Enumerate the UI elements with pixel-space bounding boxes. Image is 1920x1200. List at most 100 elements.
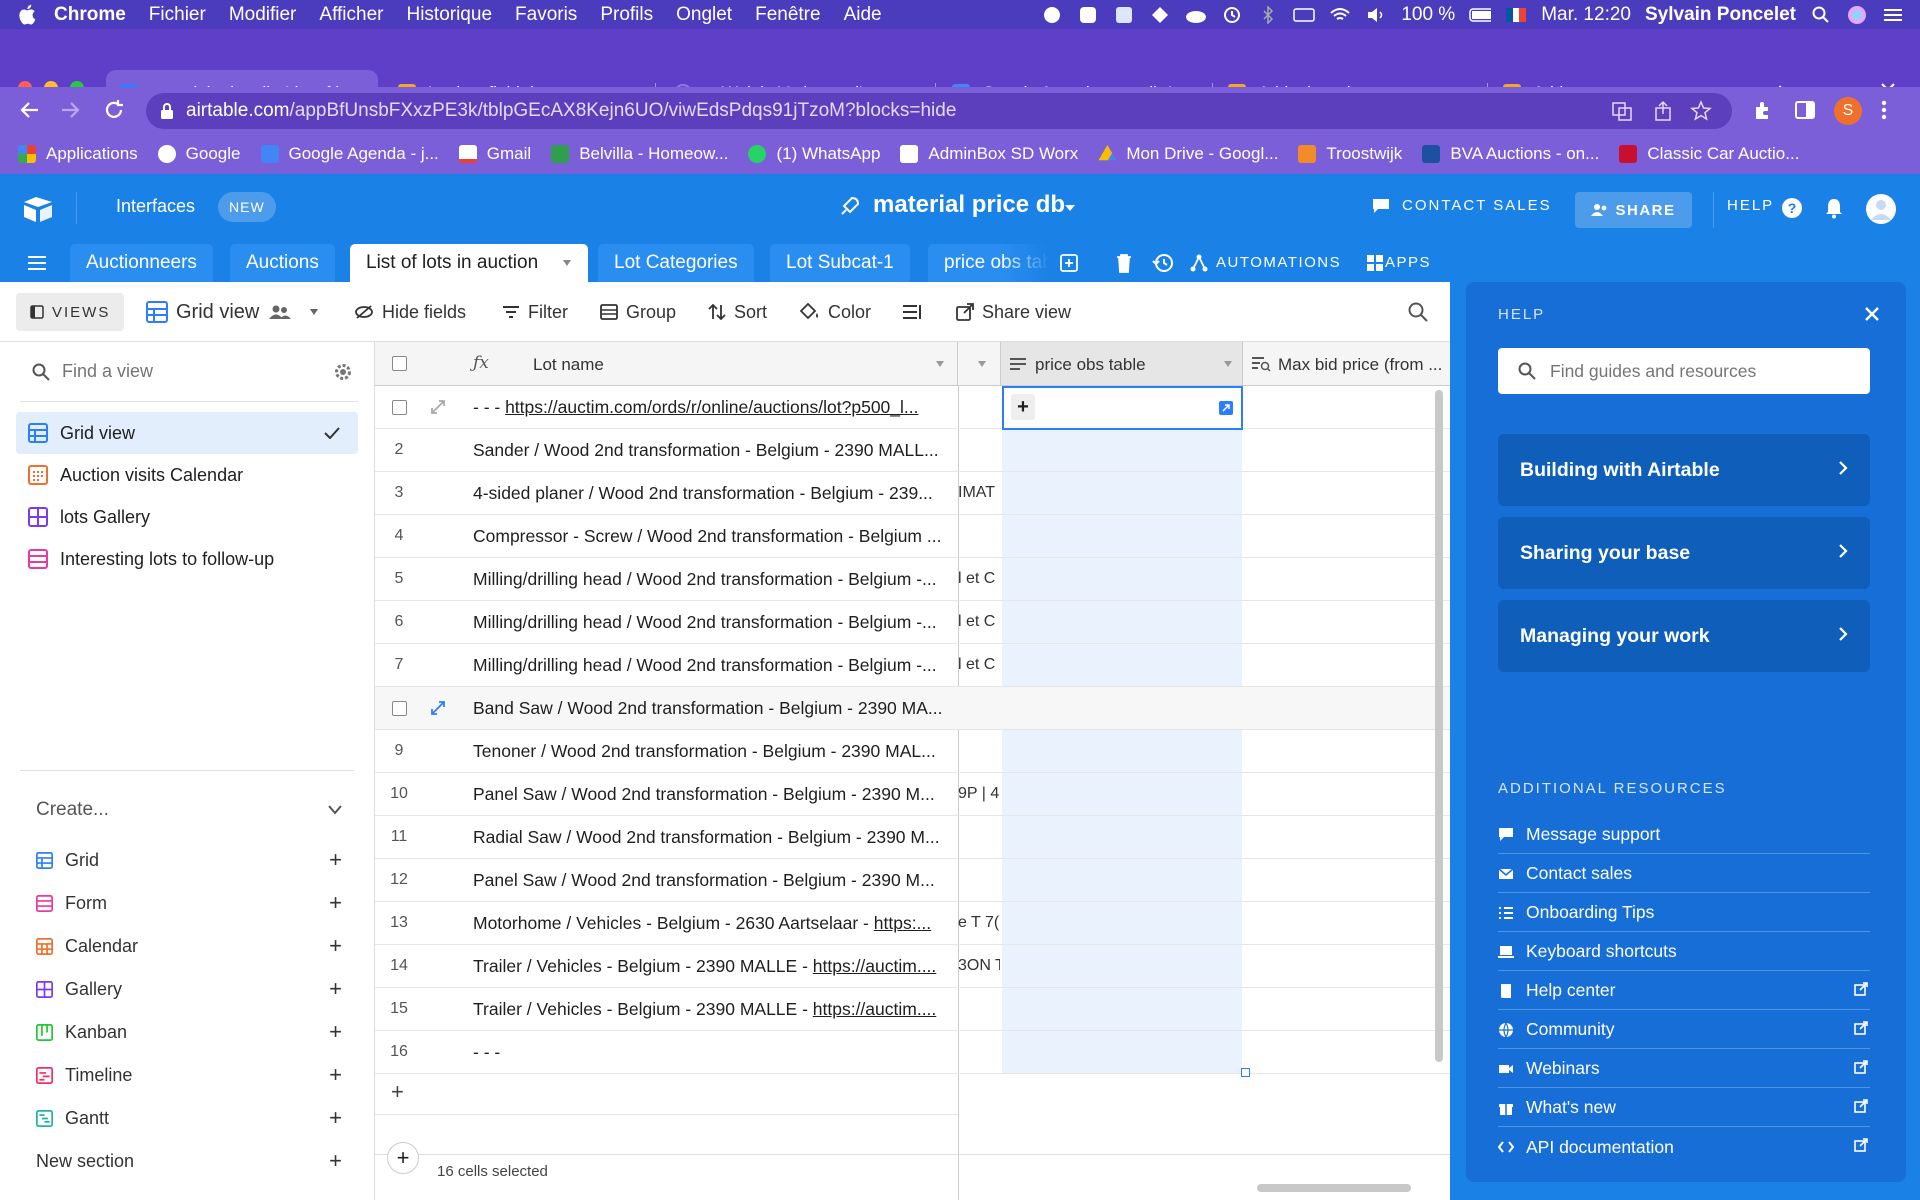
hidden-column-cell[interactable]: l et C [958,644,1000,686]
create-calendar[interactable]: Calendar + [36,928,342,964]
fill-handle[interactable] [1241,1068,1250,1077]
share-view-button[interactable]: Share view [956,296,1071,328]
help-question-icon[interactable]: ? [1782,198,1802,218]
hidden-column-cell[interactable] [958,687,1000,729]
tab-caret-icon[interactable] [562,259,572,267]
lot-name-cell[interactable]: 4-sided planer / Wood 2nd transformation… [473,472,1325,514]
hidden-column-cell[interactable] [958,816,1000,858]
expand-cell-icon[interactable] [1219,401,1233,415]
hidden-column-cell[interactable] [958,988,1000,1030]
table-row[interactable]: 14 Trailer / Vehicles - Belgium - 2390 MA… [375,945,1450,988]
hidden-column-cell[interactable] [958,859,1000,901]
table-row[interactable]: 13 Motorhome / Vehicles - Belgium - 2630 … [375,902,1450,945]
table-row[interactable]: 12 Panel Saw / Wood 2nd transformation - … [375,859,1450,902]
resource-help-center[interactable]: Help center [1498,972,1870,1010]
bookmark-adminbox[interactable]: AdminBox SD Worx [900,144,1078,164]
lot-name-cell[interactable]: Motorhome / Vehicles - Belgium - 2630 Aa… [473,902,1325,944]
share-button[interactable]: SHARE [1575,192,1692,228]
cloud-icon[interactable] [1185,6,1207,24]
find-view-input[interactable] [62,361,322,382]
siri-icon[interactable] [1846,5,1868,24]
lot-name-cell[interactable]: Milling/drilling head / Wood 2nd transfo… [473,601,1325,643]
hidden-column-cell[interactable] [958,730,1000,772]
create-timeline[interactable]: Timeline + [36,1057,342,1093]
add-linked-record-button[interactable]: + [1011,394,1035,420]
row-checkbox[interactable] [391,700,407,716]
table-row[interactable]: 7 Milling/drilling head / Wood 2nd transf… [375,644,1450,687]
col-caret-icon[interactable] [1223,360,1233,368]
url-bar[interactable]: airtable.com/appBfUnsbFXxzPE3k/tblpGEcAX… [146,93,1732,129]
menu-aide[interactable]: Aide [844,4,882,26]
volume-icon[interactable] [1365,6,1387,24]
base-title[interactable]: material price db [873,191,1065,219]
hide-fields-button[interactable]: Hide fields [354,296,466,328]
lot-name-cell[interactable]: Trailer / Vehicles - Belgium - 2390 MALL… [473,988,1325,1030]
lot-name-cell[interactable]: Tenoner / Wood 2nd transformation - Belg… [473,730,1325,772]
help-card-sharing[interactable]: Sharing your base [1498,517,1870,589]
table-row[interactable]: 3 4-sided planer / Wood 2nd transformatio… [375,472,1450,515]
bookmark-troostwijk[interactable]: Troostwijk [1298,144,1402,164]
side-panel-icon[interactable] [1794,99,1816,121]
battery-icon[interactable] [1469,6,1492,24]
base-title-caret-icon[interactable] [1064,204,1076,212]
forward-arrow-icon[interactable] [60,99,82,121]
table-row[interactable]: 16 - - - [375,1031,1450,1074]
menubar-datetime[interactable]: Mar. 12:20 [1541,4,1631,26]
lot-url-link[interactable]: https://auctim.... [813,956,937,976]
table-row[interactable]: 9 Tenoner / Wood 2nd transformation - Bel… [375,730,1450,773]
resource-api-documentation[interactable]: API documentation [1498,1128,1870,1166]
view-item-grid[interactable]: Grid view [16,412,358,454]
chrome-menu-kebab-icon[interactable] [1880,99,1888,121]
hidden-column-cell[interactable]: 3ON T [958,945,1000,987]
help-card-building[interactable]: Building with Airtable [1498,434,1870,506]
bookmark-star-icon[interactable] [1690,100,1712,122]
bookmark-whatsapp[interactable]: (1) WhatsApp [748,144,880,164]
horizontal-scrollbar[interactable] [1257,1184,1411,1192]
view-item-gallery[interactable]: lots Gallery [16,496,358,538]
table-row[interactable]: 15 Trailer / Vehicles - Belgium - 2390 MA… [375,988,1450,1031]
time-machine-icon[interactable] [1221,6,1243,24]
lot-name-cell[interactable]: Radial Saw / Wood 2nd transformation - B… [473,816,1325,858]
create-gantt[interactable]: Gantt + [36,1100,342,1136]
spotlight-search-icon[interactable] [1810,6,1832,24]
resource-keyboard-shortcuts[interactable]: Keyboard shortcuts [1498,933,1870,971]
apple-icon[interactable] [0,4,54,25]
close-icon[interactable] [1864,306,1880,322]
lot-url-link[interactable]: https:... [874,913,931,933]
create-kanban[interactable]: Kanban + [36,1014,342,1050]
menu-app-name[interactable]: Chrome [54,4,126,26]
add-row[interactable]: + [375,1073,958,1115]
history-icon[interactable] [1152,253,1174,273]
search-icon[interactable] [1408,302,1428,322]
hidden-column-cell[interactable]: IMAT [958,472,1000,514]
bookmark-google[interactable]: Google [157,144,241,164]
view-switcher[interactable]: Grid view [146,296,327,328]
lot-name-cell[interactable]: - - - [473,1031,1325,1073]
help-button[interactable]: HELP [1727,197,1774,214]
expand-record-icon[interactable] [430,700,446,716]
hidden-column-cell[interactable]: e T 7( [958,902,1000,944]
tab-lot-subcat-1[interactable]: Lot Subcat-1 [770,244,910,282]
help-card-managing[interactable]: Managing your work [1498,600,1870,672]
share-page-icon[interactable] [1654,100,1672,122]
sort-button[interactable]: Sort [708,296,767,328]
view-item-form[interactable]: Interesting lots to follow-up [16,538,358,580]
create-new-section[interactable]: New section + [36,1143,342,1179]
menu-modifier[interactable]: Modifier [229,4,297,26]
price-obs-header[interactable]: price obs table [1000,342,1242,386]
control-center-icon[interactable] [1882,6,1904,24]
status-app-icon-2[interactable] [1077,6,1099,24]
keyboard-icon[interactable] [1293,6,1316,24]
col-caret-icon[interactable] [977,360,987,368]
create-section-toggle[interactable]: Create... [36,792,342,828]
contact-sales-button[interactable]: CONTACT SALES [1402,197,1552,214]
menu-profils[interactable]: Profils [600,4,653,26]
bookmark-applications[interactable]: Applications [18,144,138,164]
lot-name-cell[interactable]: Trailer / Vehicles - Belgium - 2390 MALL… [473,945,1325,987]
apps-button[interactable]: APPS [1385,254,1431,271]
hidden-column-cell[interactable] [958,429,1000,471]
lot-name-cell[interactable]: Band Saw / Wood 2nd transformation - Bel… [473,687,1325,729]
view-item-calendar[interactable]: Auction visits Calendar [16,454,358,496]
col-header-lot-name[interactable]: Lot name [533,355,604,375]
table-row[interactable]: Band Saw / Wood 2nd transformation - Bel… [375,687,1450,730]
